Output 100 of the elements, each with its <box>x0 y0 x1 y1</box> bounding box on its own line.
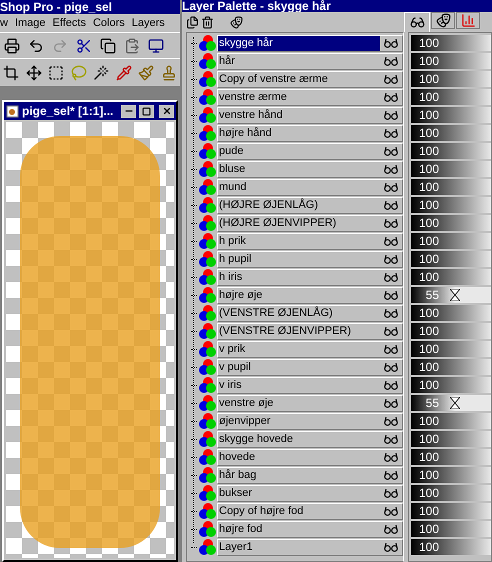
layer-row[interactable]: Layer1 <box>217 538 403 556</box>
visibility-toggle-icon[interactable] <box>384 56 398 66</box>
maximize-button[interactable] <box>139 104 154 118</box>
visibility-toggle-icon[interactable] <box>384 344 398 354</box>
layer-row[interactable]: højre fod <box>217 520 403 538</box>
layer-row[interactable]: (VENSTRE ØJENVIPPER) <box>217 322 403 340</box>
opacity-slider[interactable]: 100 <box>411 503 491 519</box>
opacity-slider[interactable]: 100 <box>411 251 491 267</box>
menu-item[interactable]: Image <box>14 14 46 32</box>
opacity-slider[interactable]: 100 <box>411 305 491 321</box>
opacity-slider[interactable]: 100 <box>411 485 491 501</box>
visibility-toggle-icon[interactable] <box>384 128 398 138</box>
layer-row[interactable]: venstre ærme <box>217 88 403 106</box>
opacity-slider[interactable]: 100 <box>411 125 491 141</box>
opacity-slider[interactable]: 100 <box>411 341 491 357</box>
visibility-toggle-icon[interactable] <box>384 542 398 552</box>
layer-row[interactable]: v prik <box>217 340 403 358</box>
layer-row[interactable]: hår bag <box>217 466 403 484</box>
layer-row[interactable]: (HØJRE ØJENVIPPER) <box>217 214 403 232</box>
opacity-slider[interactable]: 55 <box>411 287 491 303</box>
layer-row[interactable]: venstre øje <box>217 394 403 412</box>
visibility-toggle-icon[interactable] <box>384 416 398 426</box>
visibility-toggle-icon[interactable] <box>384 272 398 282</box>
menu-item[interactable]: w <box>0 14 8 32</box>
visibility-toggle-icon[interactable] <box>384 452 398 462</box>
close-button[interactable] <box>159 104 174 118</box>
opacity-slider[interactable]: 55 <box>411 395 491 411</box>
visibility-toggle-icon[interactable] <box>384 92 398 102</box>
layer-row[interactable]: højre hånd <box>217 124 403 142</box>
visibility-toggle-icon[interactable] <box>384 254 398 264</box>
layer-row[interactable]: h pupil <box>217 250 403 268</box>
visibility-toggle-icon[interactable] <box>384 506 398 516</box>
layer-row[interactable]: skygge hovede <box>217 430 403 448</box>
layer-row[interactable]: Copy of højre fod <box>217 502 403 520</box>
opacity-slider[interactable]: 100 <box>411 467 491 483</box>
layer-row[interactable]: hovede <box>217 448 403 466</box>
palette-tab[interactable] <box>431 12 455 29</box>
new-layer-icon[interactable] <box>186 16 199 28</box>
visibility-toggle-icon[interactable] <box>384 488 398 498</box>
layer-row[interactable]: h iris <box>217 268 403 286</box>
delete-icon[interactable] <box>201 16 214 28</box>
opacity-slider[interactable]: 100 <box>411 143 491 159</box>
visibility-toggle-icon[interactable] <box>384 398 398 408</box>
layer-row[interactable]: mund <box>217 178 403 196</box>
minimize-button[interactable] <box>121 104 136 118</box>
opacity-slider[interactable]: 100 <box>411 107 491 123</box>
layer-row[interactable]: øjenvipper <box>217 412 403 430</box>
opacity-slider[interactable]: 100 <box>411 53 491 69</box>
menu-item[interactable]: Colors <box>92 14 125 32</box>
visibility-toggle-icon[interactable] <box>384 200 398 210</box>
layer-row[interactable]: (VENSTRE ØJENLÅG) <box>217 304 403 322</box>
visibility-toggle-icon[interactable] <box>384 326 398 336</box>
opacity-slider[interactable]: 100 <box>411 233 491 249</box>
opacity-slider[interactable]: 100 <box>411 161 491 177</box>
visibility-toggle-icon[interactable] <box>384 38 398 48</box>
layer-row[interactable]: (HØJRE ØJENLÅG) <box>217 196 403 214</box>
opacity-slider[interactable]: 100 <box>411 431 491 447</box>
opacity-slider[interactable]: 100 <box>411 323 491 339</box>
layer-row[interactable]: hår <box>217 52 403 70</box>
menu-item[interactable]: Layers <box>132 14 165 32</box>
visibility-toggle-icon[interactable] <box>384 74 398 84</box>
visibility-toggle-icon[interactable] <box>384 362 398 372</box>
layer-row[interactable]: højre øje <box>217 286 403 304</box>
opacity-slider[interactable]: 100 <box>411 215 491 231</box>
layer-row[interactable]: h prik <box>217 232 403 250</box>
opacity-slider[interactable]: 100 <box>411 269 491 285</box>
slider-thumb[interactable] <box>450 397 460 409</box>
visibility-toggle-icon[interactable] <box>384 146 398 156</box>
visibility-toggle-icon[interactable] <box>384 290 398 300</box>
opacity-slider[interactable]: 100 <box>411 179 491 195</box>
visibility-toggle-icon[interactable] <box>384 380 398 390</box>
layer-row[interactable]: pude <box>217 142 403 160</box>
opacity-slider[interactable]: 100 <box>411 521 491 537</box>
opacity-slider[interactable]: 100 <box>411 197 491 213</box>
layer-row[interactable]: v iris <box>217 376 403 394</box>
opacity-slider[interactable]: 100 <box>411 539 491 555</box>
opacity-slider[interactable]: 100 <box>411 377 491 393</box>
visibility-toggle-icon[interactable] <box>384 182 398 192</box>
visibility-toggle-icon[interactable] <box>384 236 398 246</box>
slider-thumb[interactable] <box>450 289 460 301</box>
visibility-toggle-icon[interactable] <box>384 164 398 174</box>
visibility-toggle-icon[interactable] <box>384 218 398 228</box>
layer-row[interactable]: bukser <box>217 484 403 502</box>
layer-row[interactable]: venstre hånd <box>217 106 403 124</box>
menu-item[interactable]: Effects <box>52 14 86 32</box>
opacity-slider[interactable]: 100 <box>411 89 491 105</box>
opacity-slider[interactable]: 100 <box>411 449 491 465</box>
mask-icon[interactable] <box>230 16 243 28</box>
visibility-toggle-icon[interactable] <box>384 110 398 120</box>
layer-row[interactable]: Copy of venstre ærme <box>217 70 403 88</box>
visibility-toggle-icon[interactable] <box>384 434 398 444</box>
layer-row[interactable]: skygge hår <box>217 34 403 52</box>
visibility-toggle-icon[interactable] <box>384 308 398 318</box>
layer-row[interactable]: v pupil <box>217 358 403 376</box>
visibility-toggle-icon[interactable] <box>384 470 398 480</box>
opacity-slider[interactable]: 100 <box>411 413 491 429</box>
opacity-slider[interactable]: 100 <box>411 35 491 51</box>
layer-row[interactable]: bluse <box>217 160 403 178</box>
visibility-toggle-icon[interactable] <box>384 524 398 534</box>
opacity-slider[interactable]: 100 <box>411 359 491 375</box>
